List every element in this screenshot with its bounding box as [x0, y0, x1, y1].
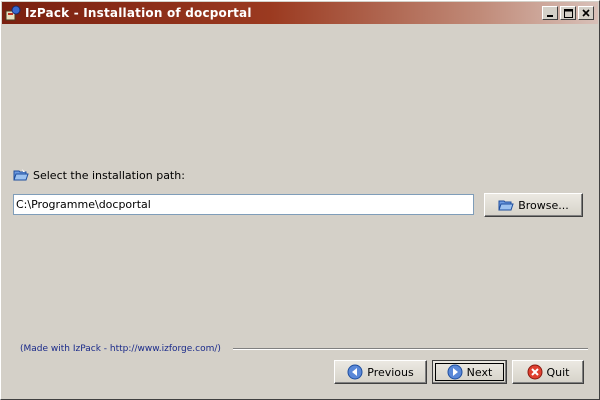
- previous-button[interactable]: Previous: [334, 360, 427, 384]
- title-bar[interactable]: IzPack - Installation of docportal: [2, 2, 598, 24]
- quit-button[interactable]: Quit: [512, 360, 584, 384]
- window-title: IzPack - Installation of docportal: [25, 6, 252, 20]
- quit-button-label: Quit: [546, 365, 570, 379]
- browse-button[interactable]: Browse...: [484, 193, 583, 217]
- izpack-icon: [5, 5, 21, 21]
- arrow-left-icon: [347, 364, 363, 380]
- path-label: Select the installation path:: [33, 168, 185, 182]
- close-icon: [582, 9, 590, 17]
- next-button[interactable]: Next: [432, 360, 507, 384]
- installation-path-field[interactable]: [13, 194, 474, 215]
- folder-open-icon: [498, 197, 514, 213]
- footer-separator: [233, 348, 588, 350]
- made-with-izpack-text: (Made with IzPack - http://www.izforge.c…: [20, 344, 221, 354]
- folder-open-icon: [13, 167, 29, 183]
- stop-icon: [527, 364, 543, 380]
- path-label-row: Select the installation path:: [13, 167, 185, 183]
- maximize-button[interactable]: [560, 6, 576, 20]
- previous-button-label: Previous: [367, 365, 414, 379]
- maximize-icon: [563, 8, 573, 18]
- minimize-icon: [547, 15, 553, 17]
- window-controls: [542, 6, 594, 20]
- minimize-button[interactable]: [542, 6, 558, 20]
- browse-button-label: Browse...: [518, 198, 569, 212]
- installer-window: IzPack - Installation of docportal Selec…: [0, 0, 600, 400]
- arrow-right-icon: [447, 364, 463, 380]
- close-button[interactable]: [578, 6, 594, 20]
- next-button-label: Next: [466, 365, 493, 379]
